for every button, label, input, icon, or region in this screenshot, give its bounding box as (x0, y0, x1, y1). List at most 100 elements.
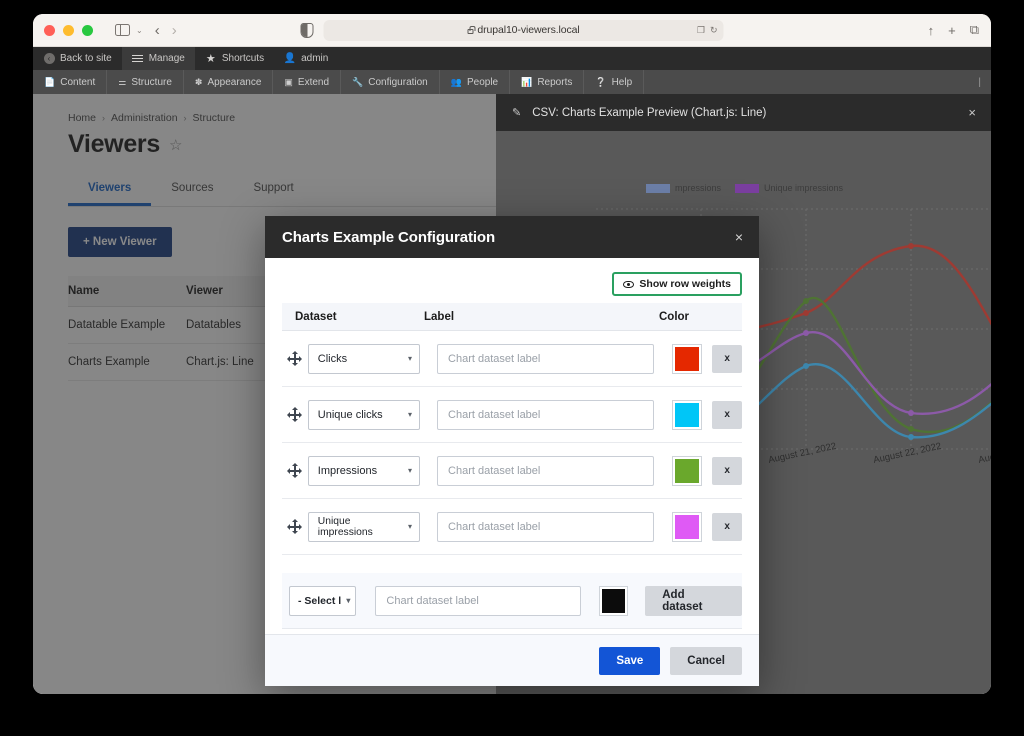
dataset-label-input[interactable]: Chart dataset label (437, 455, 655, 486)
modal-close-icon[interactable]: × (735, 229, 743, 245)
eye-icon (623, 280, 635, 288)
admin-item-account[interactable]: 👤 admin (274, 47, 338, 70)
dataset-select[interactable]: Clicks ▾ (307, 343, 421, 374)
new-tab-icon[interactable]: + (948, 23, 956, 38)
minimize-window-button[interactable] (63, 24, 74, 36)
dataset-remove-button[interactable]: x (712, 400, 743, 429)
dataset-label-placeholder: Chart dataset label (448, 520, 541, 533)
modal-title: Charts Example Configuration (282, 228, 496, 246)
back-circle-icon: ‹ (43, 53, 55, 65)
chevron-down-icon: ▾ (408, 410, 413, 419)
admin-item-manage[interactable]: Manage (121, 47, 195, 70)
admin-sub-item-people[interactable]: 👥 People (440, 70, 511, 94)
chart-legend: mpressions Unique impressions (646, 183, 843, 193)
legend-swatch (735, 183, 760, 193)
show-row-weights-button[interactable]: Show row weights (612, 272, 742, 296)
address-bar-area: drupal10-viewers.local ❐ ↻ (300, 19, 724, 41)
admin-sub-item-configuration[interactable]: 🔧 Configuration (341, 70, 440, 94)
navigation-arrows: ‹ › (155, 22, 177, 39)
admin-sub-right-marker: | (978, 70, 981, 94)
titlebar-right-controls: ↑ + ⧉ (928, 22, 979, 38)
add-dataset-row: - Select l ▾ Chart dataset label Add dat… (282, 573, 742, 629)
admin-item-label: Manage (148, 53, 185, 64)
preview-close-icon[interactable]: × (968, 105, 976, 120)
dataset-label-placeholder: Chart dataset label (448, 408, 541, 421)
dataset-color-swatch[interactable] (672, 511, 703, 542)
admin-item-back-to-site[interactable]: ‹ Back to site (33, 47, 122, 70)
close-window-button[interactable] (44, 24, 55, 36)
dataset-label-input[interactable]: Chart dataset label (437, 399, 655, 430)
maximize-window-button[interactable] (82, 24, 93, 36)
sidebar-controls: ⌄ (111, 20, 143, 40)
hamburger-icon (132, 53, 144, 65)
add-dataset-select[interactable]: - Select l ▾ (289, 585, 357, 616)
person-icon: 👤 (283, 53, 297, 64)
dataset-remove-button[interactable]: x (712, 456, 743, 485)
admin-toolbar-primary: ‹ Back to site Manage ★ Shortcuts 👤 admi… (33, 47, 991, 70)
add-dataset-color-swatch[interactable] (599, 585, 629, 616)
admin-item-label: Shortcuts (221, 53, 265, 64)
admin-sub-item-appearance[interactable]: ✽ Appearance (184, 70, 274, 94)
legend-item[interactable]: Unique impressions (735, 183, 843, 193)
drag-handle-icon[interactable] (282, 351, 308, 366)
dataset-remove-button[interactable]: x (712, 512, 743, 541)
dataset-color-swatch[interactable] (672, 455, 703, 486)
tab-overview-icon[interactable]: ⧉ (970, 22, 979, 38)
legend-label: Unique impressions (764, 183, 844, 193)
drag-handle-icon[interactable] (282, 407, 308, 422)
dataset-select[interactable]: Unique clicks ▾ (307, 399, 421, 430)
save-button[interactable]: Save (599, 646, 661, 675)
pencil-icon[interactable]: ✎ (512, 106, 521, 119)
shield-icon[interactable] (300, 22, 314, 38)
dataset-select-value: Clicks (317, 352, 348, 365)
bars-icon: 📊 (521, 76, 533, 87)
cancel-button[interactable]: Cancel (670, 646, 742, 675)
back-icon[interactable]: ‹ (155, 22, 160, 39)
dataset-select-value: Unique impressions (317, 515, 373, 538)
admin-sub-item-extend[interactable]: ▣ Extend (273, 70, 342, 94)
dataset-label-input[interactable]: Chart dataset label (437, 343, 655, 374)
dataset-label-input[interactable]: Chart dataset label (437, 511, 655, 542)
admin-sub-item-structure[interactable]: ⚌ Structure (107, 70, 184, 94)
add-dataset-label-input[interactable]: Chart dataset label (375, 585, 582, 616)
brush-icon: ✽ (194, 76, 203, 87)
dataset-select[interactable]: Impressions ▾ (307, 455, 421, 486)
dataset-select[interactable]: Unique impressions ▾ (307, 511, 421, 542)
chart-x-tick: August 21, 2022 (767, 441, 837, 466)
admin-item-shortcuts[interactable]: ★ Shortcuts (195, 47, 274, 70)
add-dataset-button[interactable]: Add dataset (645, 585, 742, 616)
cancel-button-label: Cancel (687, 654, 725, 667)
reload-icon[interactable]: ↻ (710, 25, 718, 36)
admin-sub-label: Content (60, 76, 96, 88)
dataset-color-swatch[interactable] (672, 399, 703, 430)
preview-panel-title: CSV: Charts Example Preview (Chart.js: L… (532, 106, 767, 119)
admin-sub-item-content[interactable]: 📄 Content (33, 70, 108, 94)
modal-body: Show row weights Dataset Label Color Cli… (265, 258, 759, 634)
admin-sub-item-help[interactable]: ❔ Help (584, 70, 645, 94)
dataset-color-swatch[interactable] (672, 343, 703, 374)
chart-x-tick: August 22, 2022 (872, 441, 942, 466)
legend-item[interactable]: mpressions (646, 183, 721, 193)
dataset-label-placeholder: Chart dataset label (448, 464, 541, 477)
wrench-icon: 🔧 (352, 76, 364, 87)
drag-handle-icon[interactable] (282, 463, 308, 478)
drag-handle-icon[interactable] (282, 519, 308, 534)
admin-sub-marker-text: | (978, 76, 981, 88)
admin-sub-label: People (466, 76, 499, 88)
dataset-row: Impressions ▾ Chart dataset label x (282, 443, 743, 499)
dataset-row: Clicks ▾ Chart dataset label x (282, 331, 743, 387)
add-dataset-select-value: - Select l (298, 594, 342, 607)
admin-sub-item-reports[interactable]: 📊 Reports (510, 70, 585, 94)
chevron-down-icon[interactable]: ⌄ (136, 26, 143, 35)
dataset-select-value: Unique clicks (317, 408, 383, 421)
browser-titlebar: ⌄ ‹ › drupal10-viewers.local ❐ ↻ ↑ + ⧉ (33, 14, 991, 47)
dataset-remove-button[interactable]: x (712, 344, 743, 373)
forward-icon[interactable]: › (172, 22, 177, 39)
sidebar-toggle-icon[interactable] (111, 20, 133, 40)
address-bar[interactable]: drupal10-viewers.local ❐ ↻ (323, 19, 724, 41)
share-icon[interactable]: ↑ (928, 23, 935, 38)
admin-sub-label: Appearance (207, 76, 262, 88)
reader-view-icon[interactable]: ❐ (697, 25, 705, 36)
preview-panel-header: ✎ CSV: Charts Example Preview (Chart.js:… (496, 94, 991, 131)
admin-item-label: admin (301, 53, 329, 64)
